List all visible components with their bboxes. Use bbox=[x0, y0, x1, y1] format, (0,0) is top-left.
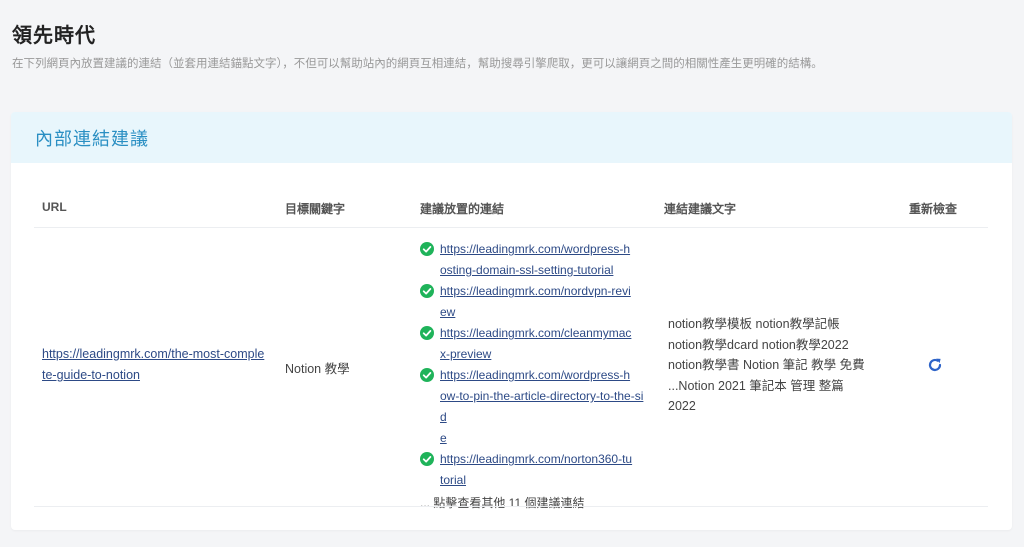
anchor-text-line: notion教學書 Notion 筆記 教學 免費 bbox=[668, 358, 865, 372]
suggested-link-line: https://leadingmrk.com/wordpress-h bbox=[440, 242, 631, 256]
page-description: 在下列網頁內放置建議的連結（並套用連結錨點文字），不但可以幫助站內的網頁互相連結… bbox=[12, 58, 823, 70]
anchor-text-line: ...Notion 2021 筆記本 管理 整篇 bbox=[668, 378, 844, 393]
suggested-link-line: ow-to-pin-the-article-directory-to-the-s… bbox=[440, 389, 644, 424]
list-item: https://leadingmrk.com/wordpress-h ow-to… bbox=[420, 365, 648, 449]
card-header: 內部連結建議 bbox=[11, 112, 1012, 163]
anchor-text-line: notion教學模板 notion教學記帳 bbox=[668, 317, 840, 331]
check-circle-icon bbox=[420, 284, 434, 298]
suggested-link-line: torial bbox=[440, 473, 467, 487]
suggested-link-line: ew bbox=[440, 305, 456, 319]
check-circle-icon bbox=[420, 242, 434, 256]
suggested-link-line: osting-domain-ssl-setting-tutorial bbox=[440, 263, 614, 277]
list-item: https://leadingmrk.com/norton360-tu tori… bbox=[420, 449, 648, 491]
suggested-link-line: https://leadingmrk.com/wordpress-h bbox=[440, 368, 631, 382]
list-item: https://leadingmrk.com/nordvpn-revi ew bbox=[420, 281, 648, 323]
suggested-link[interactable]: https://leadingmrk.com/norton360-tu tori… bbox=[440, 449, 646, 491]
header-divider bbox=[34, 227, 988, 228]
internal-links-card: 內部連結建議 URL 目標關鍵字 建議放置的連結 連結建議文字 重新檢查 htt… bbox=[11, 112, 1012, 530]
column-header-anchor-text: 連結建議文字 bbox=[664, 202, 737, 216]
suggested-link-line: https://leadingmrk.com/cleanmymac bbox=[440, 326, 632, 340]
anchor-text-suggestions: notion教學模板 notion教學記帳 notion教學dcard noti… bbox=[668, 314, 878, 417]
list-item: https://leadingmrk.com/wordpress-h ostin… bbox=[420, 239, 648, 281]
suggested-link-line: https://leadingmrk.com/nordvpn-revi bbox=[440, 284, 631, 298]
suggested-link-line: https://leadingmrk.com/norton360-tu bbox=[440, 452, 633, 466]
target-page-link-line2: te-guide-to-notion bbox=[42, 368, 140, 382]
list-item: https://leadingmrk.com/cleanmymac x-prev… bbox=[420, 323, 648, 365]
row-divider bbox=[34, 506, 988, 507]
anchor-text-line: notion教學dcard notion教學2022 bbox=[668, 337, 849, 352]
refresh-icon[interactable] bbox=[927, 357, 943, 373]
page: 領先時代 在下列網頁內放置建議的連結（並套用連結錨點文字），不但可以幫助站內的網… bbox=[0, 0, 1024, 547]
suggested-link-line: x-preview bbox=[440, 347, 492, 361]
check-circle-icon bbox=[420, 326, 434, 340]
suggested-link[interactable]: https://leadingmrk.com/wordpress-h ow-to… bbox=[440, 365, 646, 449]
column-header-recheck: 重新檢查 bbox=[909, 202, 958, 216]
suggested-link[interactable]: https://leadingmrk.com/nordvpn-revi ew bbox=[440, 281, 646, 323]
suggested-link[interactable]: https://leadingmrk.com/cleanmymac x-prev… bbox=[440, 323, 646, 365]
column-header-links: 建議放置的連結 bbox=[420, 202, 505, 216]
show-more-links[interactable]: ... 點擊查看其他 11 個建議連結 bbox=[420, 493, 648, 514]
check-circle-icon bbox=[420, 368, 434, 382]
page-title: 領先時代 bbox=[12, 25, 96, 47]
suggested-link-line: e bbox=[440, 431, 447, 445]
suggested-link[interactable]: https://leadingmrk.com/wordpress-h ostin… bbox=[440, 239, 646, 281]
card-title: 內部連結建議 bbox=[35, 128, 149, 149]
column-header-keyword: 目標關鍵字 bbox=[285, 202, 346, 216]
target-page-link[interactable]: https://leadingmrk.com/the-most-comple t… bbox=[42, 344, 274, 386]
suggested-links-list: https://leadingmrk.com/wordpress-h ostin… bbox=[420, 239, 648, 514]
anchor-text-line: 2022 bbox=[668, 399, 696, 413]
target-keyword: Notion 教學 bbox=[285, 362, 350, 376]
column-header-url: URL bbox=[42, 200, 67, 214]
table-row-url: https://leadingmrk.com/the-most-comple t… bbox=[42, 344, 274, 386]
target-page-link-line1: https://leadingmrk.com/the-most-comple bbox=[42, 347, 265, 361]
check-circle-icon bbox=[420, 452, 434, 466]
